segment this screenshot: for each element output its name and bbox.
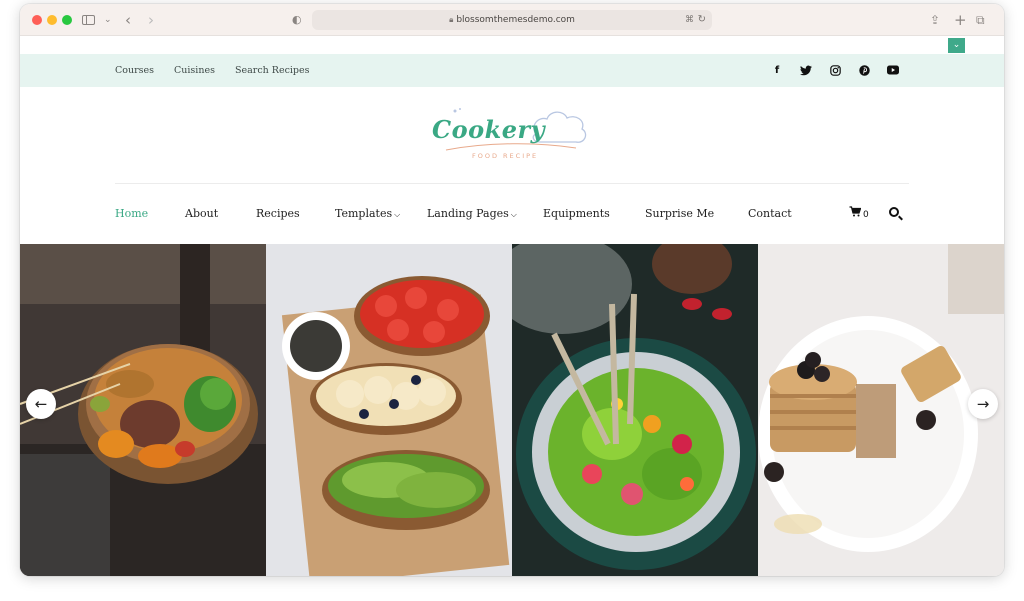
- browser-toolbar: ⌄ ‹ › ◐ 🔒︎ blossomthemesdemo.com ⌘ ↻ ⇪ + …: [20, 4, 1004, 36]
- lock-icon: 🔒︎: [449, 15, 454, 24]
- youtube-icon[interactable]: [887, 65, 899, 76]
- url-text: blossomthemesdemo.com: [456, 15, 575, 25]
- logo-tagline: FOOD RECIPE: [472, 152, 539, 160]
- nav-item-recipes[interactable]: Recipes: [256, 207, 300, 221]
- tab-overview-icon[interactable]: ⧉: [976, 4, 985, 36]
- sidebar-toggle-icon[interactable]: [82, 15, 95, 25]
- topbar-link-cuisines[interactable]: Cuisines: [174, 54, 215, 87]
- nav-item-landing-pages[interactable]: Landing Pages ⌵: [427, 207, 517, 222]
- topbar-dropdown-toggle[interactable]: ⌄: [948, 38, 965, 53]
- translate-icon[interactable]: ⌘: [685, 10, 694, 30]
- nav-item-contact[interactable]: Contact: [748, 207, 792, 221]
- site-logo[interactable]: Cookery FOOD RECIPE: [428, 104, 598, 166]
- slide-grain-bowl[interactable]: [20, 244, 266, 576]
- back-icon[interactable]: ‹: [125, 4, 131, 36]
- instagram-icon[interactable]: [829, 65, 841, 76]
- facebook-icon[interactable]: f: [771, 65, 783, 76]
- recipe-slider: ← →: [20, 244, 1004, 576]
- cart-icon: [849, 206, 862, 217]
- search-icon[interactable]: [889, 207, 899, 217]
- forward-icon[interactable]: ›: [148, 4, 154, 36]
- slide-toast-platter[interactable]: [266, 244, 512, 576]
- topbar-link-search-recipes[interactable]: Search Recipes: [235, 54, 310, 87]
- topbar-link-courses[interactable]: Courses: [115, 54, 154, 87]
- chevron-down-icon: ⌵: [510, 210, 517, 219]
- salad-plate-photo: [512, 244, 758, 576]
- close-window-button[interactable]: [32, 15, 42, 25]
- twitter-icon[interactable]: [800, 65, 812, 76]
- slider-prev-button[interactable]: ←: [26, 389, 56, 419]
- slide-pancake-stack[interactable]: [758, 244, 1004, 576]
- shield-icon[interactable]: ◐: [292, 4, 302, 36]
- chevron-down-icon[interactable]: ⌄: [104, 4, 112, 36]
- arrow-left-icon: ←: [34, 395, 48, 413]
- grain-bowl-photo: [20, 244, 266, 576]
- website: Courses Cuisines Search Recipes f ⌄ Cook…: [20, 36, 1004, 576]
- cart-button[interactable]: 0: [849, 206, 869, 222]
- cart-count: 0: [863, 210, 869, 220]
- toast-platter-photo: [266, 244, 512, 576]
- new-tab-icon[interactable]: +: [954, 4, 967, 36]
- nav-item-templates[interactable]: Templates ⌵: [335, 207, 400, 222]
- pancake-stack-photo: [758, 244, 1004, 576]
- reload-icon[interactable]: ↻: [698, 10, 706, 30]
- minimize-window-button[interactable]: [47, 15, 57, 25]
- pinterest-icon[interactable]: [858, 65, 870, 76]
- nav-item-about[interactable]: About: [185, 207, 218, 221]
- slide-salad-plate[interactable]: [512, 244, 758, 576]
- top-bar: Courses Cuisines Search Recipes f: [20, 54, 1004, 87]
- browser-window: ⌄ ‹ › ◐ 🔒︎ blossomthemesdemo.com ⌘ ↻ ⇪ + …: [20, 4, 1004, 576]
- nav-item-equipments[interactable]: Equipments: [543, 207, 610, 221]
- share-icon[interactable]: ⇪: [930, 4, 940, 36]
- chevron-down-icon: ⌵: [394, 210, 401, 219]
- slider-next-button[interactable]: →: [968, 389, 998, 419]
- nav-item-templates-label: Templates: [335, 207, 393, 220]
- header-divider: [115, 183, 909, 184]
- nav-item-surprise-me[interactable]: Surprise Me: [645, 207, 714, 221]
- nav-item-landing-pages-label: Landing Pages: [427, 207, 509, 220]
- logo-wordmark: Cookery: [432, 115, 546, 144]
- zoom-window-button[interactable]: [62, 15, 72, 25]
- address-bar[interactable]: 🔒︎ blossomthemesdemo.com ⌘ ↻: [312, 10, 712, 30]
- nav-item-home[interactable]: Home: [115, 207, 148, 221]
- arrow-right-icon: →: [976, 395, 990, 413]
